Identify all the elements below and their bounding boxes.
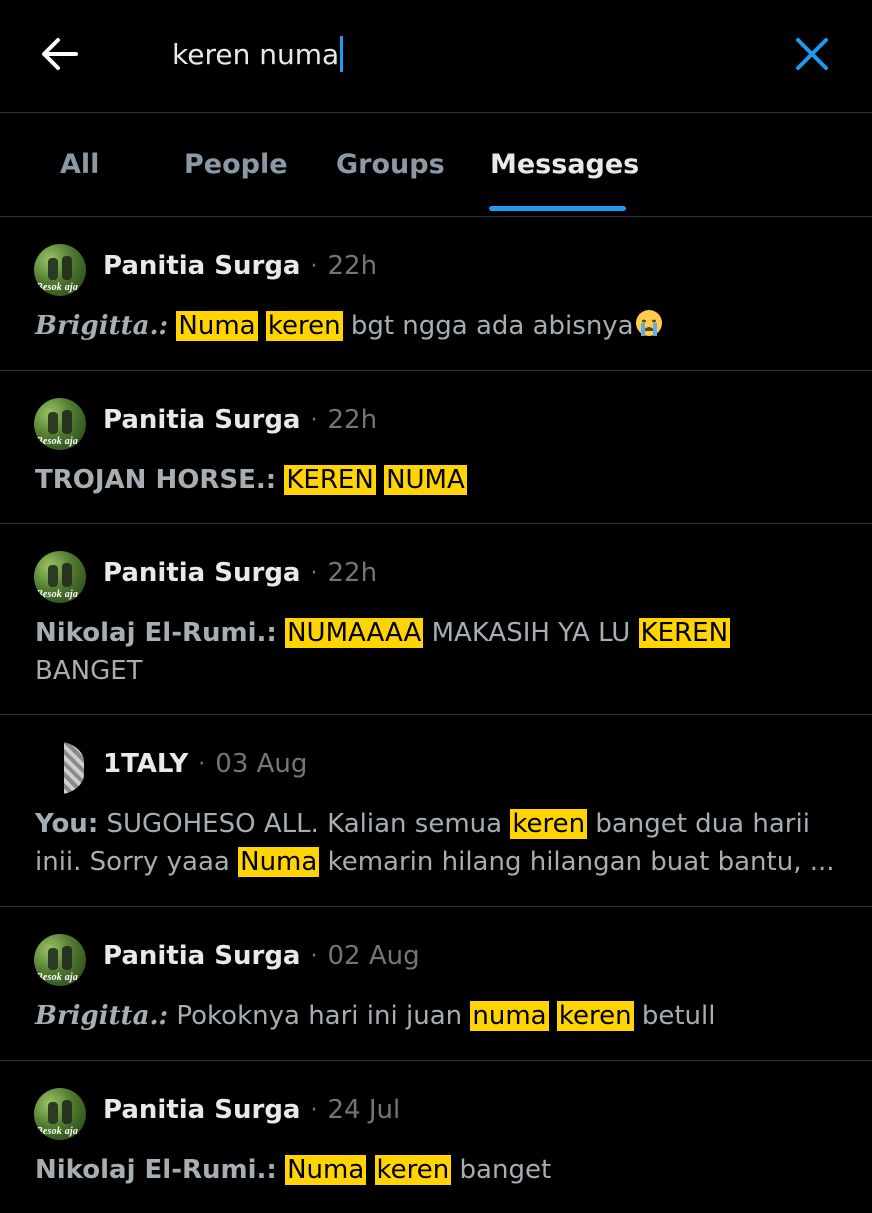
arrow-left-icon [42, 38, 78, 70]
group-avatar: Besok aja [34, 398, 86, 450]
message-result[interactable]: Besok aja Panitia Surga · 22h TROJAN HOR… [0, 371, 872, 524]
message-text: banget [459, 1155, 552, 1185]
message-preview: Brigitta.: Numa keren bgt ngga ada abisn… [35, 307, 837, 345]
separator-dot: · [310, 943, 318, 969]
crying-face-emoji [635, 310, 662, 336]
sender-name: You: [35, 809, 99, 839]
result-header: Panitia Surga · 22h [103, 405, 377, 435]
message-text: bgt ngga ada abisnya [350, 311, 634, 341]
search-highlight: KEREN [284, 465, 376, 495]
timestamp: 22h [327, 405, 378, 435]
search-header: keren numa [0, 0, 872, 113]
search-highlight: NUMAAAA [285, 618, 424, 648]
group-name: 1TALY [103, 749, 189, 779]
search-highlight: keren [265, 311, 343, 341]
message-result[interactable]: 1TALY · 03 Aug You: SUGOHESO ALL. Kalian… [0, 715, 872, 907]
group-name: Panitia Surga [103, 558, 301, 588]
result-header: 1TALY · 03 Aug [103, 749, 307, 779]
search-highlight: Numa [238, 847, 320, 877]
clear-search-button[interactable] [790, 32, 834, 76]
message-result[interactable]: Besok aja Panitia Surga · 22h Brigitta.:… [0, 217, 872, 371]
timestamp: 03 Aug [215, 749, 308, 779]
result-header: Panitia Surga · 22h [103, 558, 377, 588]
message-text: betull [641, 1001, 716, 1031]
search-highlight: keren [556, 1001, 634, 1031]
tab-people[interactable]: People [184, 149, 288, 180]
message-preview: Nikolaj El-Rumi.: Numa keren banget [35, 1151, 837, 1189]
timestamp: 24 Jul [327, 1095, 401, 1125]
message-preview: Brigitta.: Pokoknya hari ini juan numa k… [35, 997, 837, 1035]
timestamp: 22h [327, 251, 378, 281]
search-query: keren numa [172, 37, 340, 71]
search-highlight: NUMA [384, 465, 467, 495]
text-caret [340, 36, 344, 72]
active-tab-indicator [489, 206, 626, 211]
message-preview: TROJAN HORSE.: KEREN NUMA [35, 461, 837, 499]
result-header: Panitia Surga · 02 Aug [103, 941, 420, 971]
search-highlight: Numa [176, 311, 258, 341]
message-preview: You: SUGOHESO ALL. Kalian semua keren ba… [35, 805, 837, 881]
group-avatar: Besok aja [34, 244, 86, 296]
message-result[interactable]: Besok aja Panitia Surga · 24 Jul Nikolaj… [0, 1061, 872, 1213]
group-name: Panitia Surga [103, 251, 301, 281]
search-highlight: Numa [285, 1155, 367, 1185]
sender-name: Brigitta.: [35, 311, 169, 341]
search-highlight: KEREN [638, 618, 731, 648]
separator-dot: · [198, 751, 206, 777]
tab-messages[interactable]: Messages [490, 149, 639, 180]
message-text: BANGET [35, 656, 143, 686]
sender-name: Brigitta.: [35, 1001, 169, 1031]
back-button[interactable] [38, 32, 82, 76]
message-text: MAKASIH YA LU [431, 618, 631, 648]
message-result[interactable]: Besok aja Panitia Surga · 22h Nikolaj El… [0, 524, 872, 715]
tab-groups[interactable]: Groups [336, 149, 445, 180]
group-name: Panitia Surga [103, 405, 301, 435]
group-avatar: Besok aja [34, 934, 86, 986]
group-avatar: Besok aja [34, 1088, 86, 1140]
sender-name: Nikolaj El-Rumi.: [35, 618, 277, 648]
message-preview: Nikolaj El-Rumi.: NUMAAAA MAKASIH YA LU … [35, 614, 837, 690]
separator-dot: · [310, 253, 318, 279]
sender-name: TROJAN HORSE.: [35, 465, 277, 495]
sender-name: Nikolaj El-Rumi.: [35, 1155, 277, 1185]
separator-dot: · [310, 1097, 318, 1123]
separator-dot: · [310, 407, 318, 433]
search-highlight: keren [510, 809, 588, 839]
group-avatar [34, 742, 86, 794]
message-text: Pokoknya hari ini juan [176, 1001, 463, 1031]
group-name: Panitia Surga [103, 1095, 301, 1125]
timestamp: 02 Aug [327, 941, 420, 971]
close-icon [796, 38, 828, 70]
result-header: Panitia Surga · 24 Jul [103, 1095, 400, 1125]
search-tabs: All People Groups Messages [0, 113, 872, 217]
group-name: Panitia Surga [103, 941, 301, 971]
message-text: kemarin hilang hilangan buat bantu, ... [327, 847, 835, 877]
search-input[interactable]: keren numa [172, 36, 344, 72]
message-text: SUGOHESO ALL. Kalian semua [106, 809, 503, 839]
search-highlight: numa [470, 1001, 549, 1031]
result-header: Panitia Surga · 22h [103, 251, 377, 281]
search-highlight: keren [374, 1155, 452, 1185]
tab-all[interactable]: All [60, 149, 99, 180]
message-result[interactable]: Besok aja Panitia Surga · 02 Aug Brigitt… [0, 907, 872, 1061]
separator-dot: · [310, 560, 318, 586]
timestamp: 22h [327, 558, 378, 588]
group-avatar: Besok aja [34, 551, 86, 603]
